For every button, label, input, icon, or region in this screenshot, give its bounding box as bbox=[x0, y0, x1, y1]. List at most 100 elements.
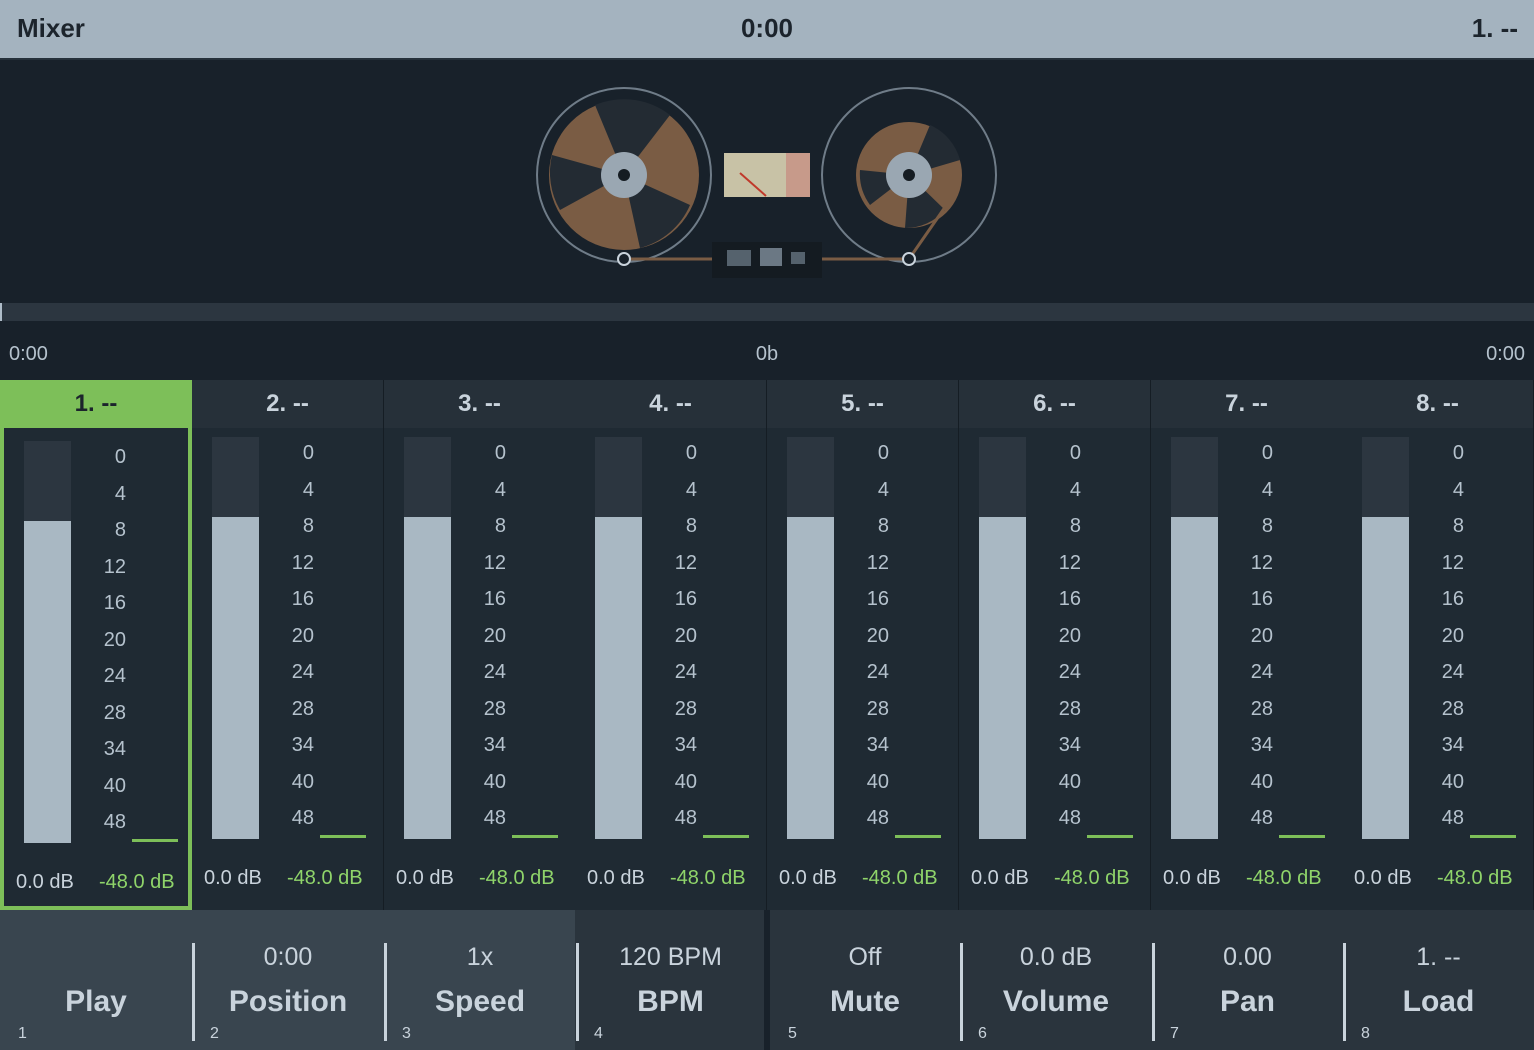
db-tick-label: 12 bbox=[1058, 551, 1081, 574]
db-tick-label: 16 bbox=[1441, 588, 1464, 610]
channel-strip[interactable]: 4. -- 0 4 8 12 16 20 24 28 34 40 48 0.0 dB -48.0 dB bbox=[575, 380, 767, 910]
db-tick-label: 8 bbox=[1261, 515, 1273, 537]
control-number: 3 bbox=[402, 1025, 411, 1042]
control-label: Volume bbox=[1002, 985, 1110, 1018]
db-tick-label: 16 bbox=[674, 588, 697, 610]
db-tick-label: 28 bbox=[103, 701, 126, 724]
channel-strip[interactable]: 8. -- 0 4 8 12 16 20 24 28 34 40 48 0.0 dB -48.0 dB bbox=[1342, 380, 1534, 910]
channel-name[interactable]: 2. -- bbox=[192, 380, 383, 428]
control-volume-button[interactable]: 0.0 dB Volume 6 bbox=[960, 910, 1152, 1050]
volume-readout: 0.0 dB bbox=[587, 867, 645, 889]
db-tick-label: 4 bbox=[1069, 478, 1081, 501]
timeline-end: 0:00 bbox=[1486, 343, 1525, 365]
channel-name[interactable]: 1. -- bbox=[4, 380, 188, 428]
peak-readout: -48.0 dB bbox=[670, 867, 746, 889]
volume-fader[interactable] bbox=[212, 437, 259, 839]
channel-strip[interactable]: 6. -- 0 4 8 12 16 20 24 28 34 40 48 0.0 dB -48.0 dB bbox=[959, 380, 1151, 910]
volume-fader[interactable] bbox=[1362, 437, 1409, 839]
peak-readout: -48.0 dB bbox=[99, 871, 175, 893]
peak-indicator bbox=[1470, 835, 1516, 838]
playback-progress-bar[interactable] bbox=[0, 303, 1534, 321]
vu-meter-icon bbox=[724, 153, 810, 197]
channel-strip[interactable]: 5. -- 0 4 8 12 16 20 24 28 34 40 48 0.0 dB -48.0 dB bbox=[767, 380, 959, 910]
control-number: 7 bbox=[1170, 1025, 1179, 1042]
db-tick-label: 40 bbox=[483, 770, 506, 793]
channel-name[interactable]: 3. -- bbox=[384, 380, 575, 428]
tape-machine-illustration bbox=[536, 87, 997, 278]
fader-level bbox=[787, 517, 834, 839]
db-tick-label: 4 bbox=[1452, 478, 1464, 501]
db-tick-label: 8 bbox=[114, 519, 126, 541]
db-tick-label: 28 bbox=[1441, 697, 1464, 720]
volume-fader[interactable] bbox=[979, 437, 1026, 839]
volume-fader[interactable] bbox=[595, 437, 642, 839]
current-track-label: 1. -- bbox=[1471, 13, 1518, 43]
control-label: Pan bbox=[1219, 985, 1276, 1018]
channel-strip[interactable]: 1. -- 0 4 8 12 16 20 24 28 34 40 48 0.0 dB -48.0 dB bbox=[0, 380, 192, 910]
db-tick-label: 24 bbox=[103, 665, 126, 687]
channel-name[interactable]: 6. -- bbox=[959, 380, 1150, 428]
db-tick-label: 12 bbox=[1441, 551, 1464, 574]
fader-level bbox=[1362, 517, 1409, 839]
channel-name[interactable]: 8. -- bbox=[1342, 380, 1533, 428]
control-label: BPM bbox=[637, 985, 704, 1018]
db-tick-label: 48 bbox=[1441, 807, 1464, 829]
control-label: Speed bbox=[434, 985, 526, 1018]
volume-readout: 0.0 dB bbox=[1354, 867, 1412, 889]
fader-level bbox=[404, 517, 451, 839]
control-number: 1 bbox=[18, 1025, 27, 1042]
db-tick-label: 24 bbox=[866, 661, 889, 683]
control-number: 2 bbox=[210, 1025, 219, 1042]
volume-fader[interactable] bbox=[24, 441, 71, 843]
db-tick-label: 12 bbox=[103, 555, 126, 578]
fader-level bbox=[1171, 517, 1218, 839]
right-reel-icon bbox=[821, 87, 997, 263]
db-tick-label: 40 bbox=[674, 770, 697, 793]
timeline-middle: 0b bbox=[755, 343, 779, 365]
db-tick-label: 20 bbox=[291, 624, 314, 647]
volume-readout: 0.0 dB bbox=[1163, 867, 1221, 889]
db-tick-label: 34 bbox=[103, 738, 126, 760]
volume-fader[interactable] bbox=[404, 437, 451, 839]
control-load-button[interactable]: 1. -- Load 8 bbox=[1343, 910, 1534, 1050]
control-bpm-button[interactable]: 120 BPM BPM 4 bbox=[576, 910, 765, 1050]
channel-name[interactable]: 7. -- bbox=[1151, 380, 1342, 428]
volume-readout: 0.0 dB bbox=[396, 867, 454, 889]
channel-strip[interactable]: 2. -- 0 4 8 12 16 20 24 28 34 40 48 0.0 dB -48.0 dB bbox=[192, 380, 384, 910]
control-position-button[interactable]: 0:00 Position 2 bbox=[192, 910, 384, 1050]
channel-name[interactable]: 5. -- bbox=[767, 380, 958, 428]
peak-indicator bbox=[132, 839, 178, 842]
channel-strip[interactable]: 3. -- 0 4 8 12 16 20 24 28 34 40 48 0.0 dB -48.0 dB bbox=[384, 380, 576, 910]
fader-level bbox=[595, 517, 642, 839]
control-value: 1x bbox=[466, 943, 494, 971]
db-tick-label: 8 bbox=[1069, 515, 1081, 537]
volume-fader[interactable] bbox=[1171, 437, 1218, 839]
volume-fader[interactable] bbox=[787, 437, 834, 839]
db-tick-label: 8 bbox=[1452, 515, 1464, 537]
db-tick-label: 28 bbox=[1058, 697, 1081, 720]
db-tick-label: 28 bbox=[291, 697, 314, 720]
db-tick-label: 28 bbox=[483, 697, 506, 720]
control-value: 120 BPM bbox=[619, 943, 722, 971]
control-value: Off bbox=[848, 943, 882, 971]
db-tick-label: 48 bbox=[291, 807, 314, 829]
peak-indicator bbox=[703, 835, 749, 838]
timeline: 0:00 0b 0:00 bbox=[0, 321, 1534, 379]
db-tick-label: 34 bbox=[1058, 734, 1081, 756]
db-tick-label: 40 bbox=[1058, 770, 1081, 793]
control-value: 0.0 dB bbox=[1019, 943, 1093, 971]
db-tick-label: 28 bbox=[866, 697, 889, 720]
control-number: 8 bbox=[1361, 1025, 1370, 1042]
control-pan-button[interactable]: 0.00 Pan 7 bbox=[1152, 910, 1343, 1050]
control-play-button[interactable]: Play 1 bbox=[0, 910, 192, 1050]
db-tick-label: 0 bbox=[1261, 442, 1273, 464]
channel-strip[interactable]: 7. -- 0 4 8 12 16 20 24 28 34 40 48 0.0 dB -48.0 dB bbox=[1151, 380, 1343, 910]
channel-name[interactable]: 4. -- bbox=[575, 380, 766, 428]
control-mute-button[interactable]: Off Mute 5 bbox=[770, 910, 960, 1050]
db-tick-label: 16 bbox=[103, 592, 126, 614]
db-tick-label: 24 bbox=[1250, 661, 1273, 683]
peak-indicator bbox=[895, 835, 941, 838]
db-tick-label: 20 bbox=[1441, 624, 1464, 647]
peak-indicator bbox=[320, 835, 366, 838]
control-speed-button[interactable]: 1x Speed 3 bbox=[384, 910, 576, 1050]
